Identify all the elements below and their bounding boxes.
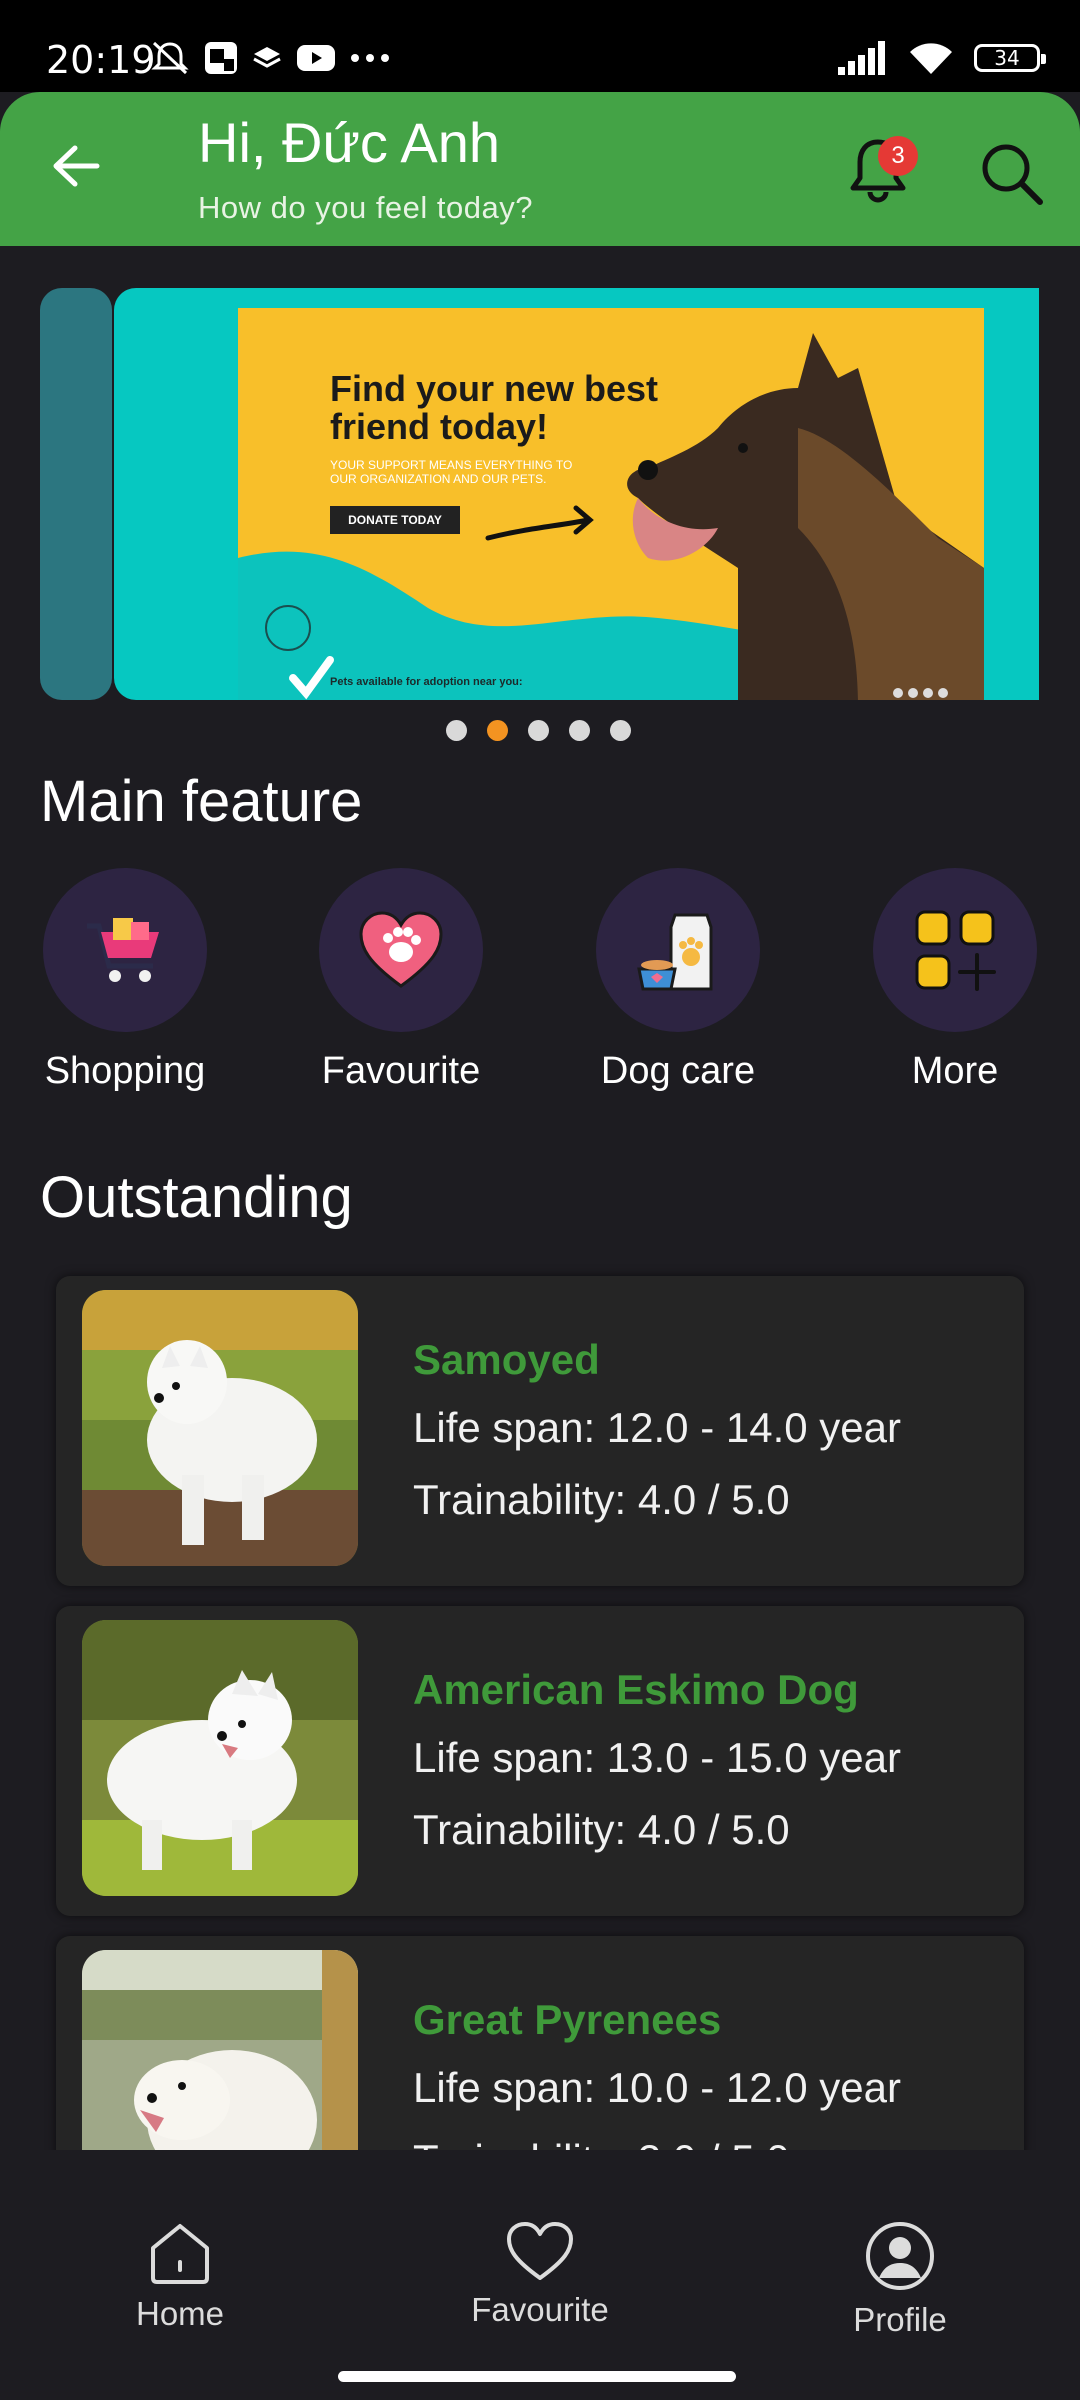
search-button[interactable] bbox=[978, 140, 1048, 210]
main-feature-title: Main feature bbox=[40, 769, 363, 834]
feature-favourite[interactable]: Favourite bbox=[316, 868, 486, 1093]
carousel-dot[interactable] bbox=[446, 720, 467, 741]
feature-icon-circle bbox=[873, 868, 1037, 1032]
dog-name: Samoyed bbox=[413, 1336, 600, 1383]
nav-favourite[interactable]: Favourite bbox=[440, 2220, 640, 2329]
poster-footer: Pets available for adoption near you: bbox=[330, 676, 523, 688]
dog-name: Great Pyrenees bbox=[413, 1996, 722, 2043]
great-pyrenees-photo bbox=[82, 1950, 358, 2150]
dog-name: American Eskimo Dog bbox=[413, 1666, 859, 1713]
status-bar: 20:19 34 bbox=[0, 0, 1080, 92]
greeting-title: Hi, Đức Anh bbox=[198, 111, 501, 174]
feature-shopping[interactable]: Shopping bbox=[40, 868, 210, 1093]
status-notification-icons bbox=[150, 40, 390, 76]
dog-card[interactable]: Great Pyrenees Life span: 10.0 - 12.0 ye… bbox=[56, 1936, 1024, 2150]
dog-photo bbox=[82, 1290, 358, 1566]
feature-dog-care[interactable]: Dog care bbox=[593, 868, 763, 1093]
poster-subtext: YOUR SUPPORT MEANS EVERYTHING TO OUR ORG… bbox=[330, 458, 573, 486]
outstanding-title: Outstanding bbox=[40, 1165, 353, 1230]
bottom-navigation: Home Favourite Profile bbox=[0, 2150, 1080, 2400]
poster-title: Find your new best friend today! bbox=[330, 368, 659, 447]
dog-card[interactable]: Samoyed Life span: 12.0 - 14.0 year Trai… bbox=[56, 1276, 1024, 1586]
nav-label: Profile bbox=[853, 2301, 947, 2338]
search-icon bbox=[982, 144, 1043, 205]
carousel-indicator bbox=[446, 720, 631, 741]
dog-food-icon bbox=[637, 913, 713, 991]
dog-life-span: Life span: 10.0 - 12.0 year bbox=[413, 2064, 901, 2111]
donate-button: DONATE TODAY bbox=[330, 506, 460, 534]
dog-trainability: Trainability: 4.0 / 5.0 bbox=[413, 1806, 790, 1853]
app-header: Hi, Đức Anh How do you feel today? 3 bbox=[0, 92, 1080, 246]
battery-icon: 34 bbox=[974, 44, 1046, 72]
carousel-dot-active[interactable] bbox=[487, 720, 508, 741]
status-time: 20:19 bbox=[46, 38, 156, 82]
feature-label: Dog care bbox=[600, 1050, 756, 1092]
nav-label: Favourite bbox=[471, 2291, 609, 2328]
messenger-icon bbox=[205, 42, 237, 74]
layers-icon bbox=[253, 47, 281, 68]
nav-label: Home bbox=[135, 2295, 225, 2332]
american-eskimo-photo bbox=[82, 1620, 358, 1896]
dog-photo bbox=[82, 1950, 358, 2150]
carousel-dot[interactable] bbox=[610, 720, 631, 741]
dog-photo bbox=[82, 1620, 358, 1896]
back-button[interactable] bbox=[46, 136, 106, 196]
dog-trainability: Trainability: 3.0 / 5.0 bbox=[413, 2136, 790, 2150]
feature-icon-circle bbox=[319, 868, 483, 1032]
grid-plus-icon bbox=[915, 910, 996, 991]
adoption-poster: Find your new best friend today! YOUR SU… bbox=[238, 308, 984, 700]
notification-badge: 3 bbox=[878, 136, 918, 176]
feature-label: Shopping bbox=[44, 1050, 206, 1092]
wifi-icon bbox=[910, 43, 952, 74]
feature-icon-circle bbox=[43, 868, 207, 1032]
profile-icon bbox=[866, 2222, 934, 2290]
dog-life-span: Life span: 13.0 - 15.0 year bbox=[413, 1734, 901, 1781]
feature-icon-circle bbox=[596, 868, 760, 1032]
heart-paw-icon bbox=[359, 911, 443, 988]
greeting-subtitle: How do you feel today? bbox=[198, 190, 533, 225]
poster-wave bbox=[238, 333, 984, 700]
carousel-dot[interactable] bbox=[528, 720, 549, 741]
dog-trainability: Trainability: 4.0 / 5.0 bbox=[413, 1476, 790, 1523]
nav-profile[interactable]: Profile bbox=[800, 2220, 1000, 2339]
gesture-home-bar[interactable] bbox=[338, 2371, 736, 2382]
samoyed-photo bbox=[82, 1290, 358, 1566]
feature-label: Favourite bbox=[321, 1050, 481, 1092]
heart-icon bbox=[507, 2222, 573, 2280]
mute-icon bbox=[151, 41, 189, 75]
feature-label: More bbox=[911, 1050, 999, 1092]
nav-home[interactable]: Home bbox=[80, 2220, 280, 2333]
feature-list: Shopping Favourite Dog care More bbox=[40, 868, 1040, 1108]
more-dots-icon bbox=[351, 54, 389, 62]
shopping-cart-icon bbox=[87, 918, 159, 982]
youtube-icon bbox=[297, 45, 335, 71]
carousel-dot[interactable] bbox=[569, 720, 590, 741]
arrow-left-icon bbox=[53, 145, 100, 187]
banner-previous-slide[interactable] bbox=[40, 288, 112, 700]
dog-list: Samoyed Life span: 12.0 - 14.0 year Trai… bbox=[0, 1260, 1080, 2150]
dog-card[interactable]: American Eskimo Dog Life span: 13.0 - 15… bbox=[56, 1606, 1024, 1916]
status-system-icons: 34 bbox=[838, 40, 1046, 76]
banner-slide[interactable]: Find your new best friend today! YOUR SU… bbox=[114, 288, 1039, 700]
dog-life-span: Life span: 12.0 - 14.0 year bbox=[413, 1404, 901, 1451]
signal-icon bbox=[838, 41, 885, 75]
feature-more[interactable]: More bbox=[870, 868, 1040, 1093]
home-icon bbox=[151, 2224, 209, 2284]
